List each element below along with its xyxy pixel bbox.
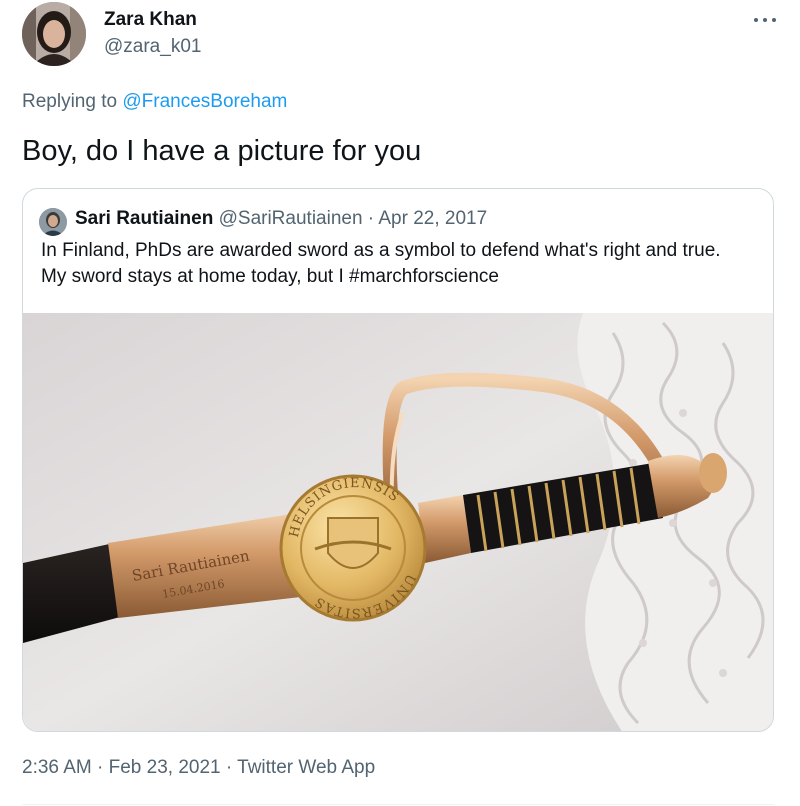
quoted-tweet-card[interactable]: Sari Rautiainen @SariRautiainen · Apr 22… [22, 188, 774, 732]
tweet-date[interactable]: Feb 23, 2021 [109, 757, 221, 778]
bottom-divider [22, 804, 774, 805]
quoted-author-handle[interactable]: @SariRautiainen [219, 208, 363, 229]
tweet-footer: 2:36 AM · Feb 23, 2021 · Twitter Web App [22, 757, 375, 779]
author-name[interactable]: Zara Khan [104, 9, 197, 31]
author-avatar[interactable] [22, 2, 86, 66]
quoted-separator: · [362, 208, 379, 229]
more-options-icon[interactable] [752, 8, 778, 32]
quoted-header: Sari Rautiainen @SariRautiainen · Apr 22… [75, 208, 487, 230]
footer-separator: · [91, 757, 109, 778]
replying-prefix: Replying to [22, 91, 123, 112]
tweet-source-app[interactable]: Twitter Web App [237, 757, 375, 778]
quoted-avatar-image [39, 208, 67, 236]
author-handle[interactable]: @zara_k01 [104, 36, 201, 58]
reply-to-handle-link[interactable]: @FrancesBoreham [122, 91, 287, 112]
quoted-date[interactable]: Apr 22, 2017 [378, 208, 487, 229]
tweet-text: Boy, do I have a picture for you [22, 135, 422, 167]
author-avatar-image [22, 2, 86, 66]
quoted-author-name[interactable]: Sari Rautiainen [75, 208, 213, 229]
quoted-photo-sword[interactable]: Sari Rautiainen 15.04.2016 HELSINGIENSIS… [23, 313, 773, 732]
quoted-author-avatar[interactable] [39, 208, 67, 236]
replying-to-line: Replying to @FrancesBoreham [22, 91, 287, 113]
quoted-text: In Finland, PhDs are awarded sword as a … [41, 240, 721, 287]
tweet-time[interactable]: 2:36 AM [22, 757, 92, 778]
footer-separator-2: · [220, 757, 238, 778]
